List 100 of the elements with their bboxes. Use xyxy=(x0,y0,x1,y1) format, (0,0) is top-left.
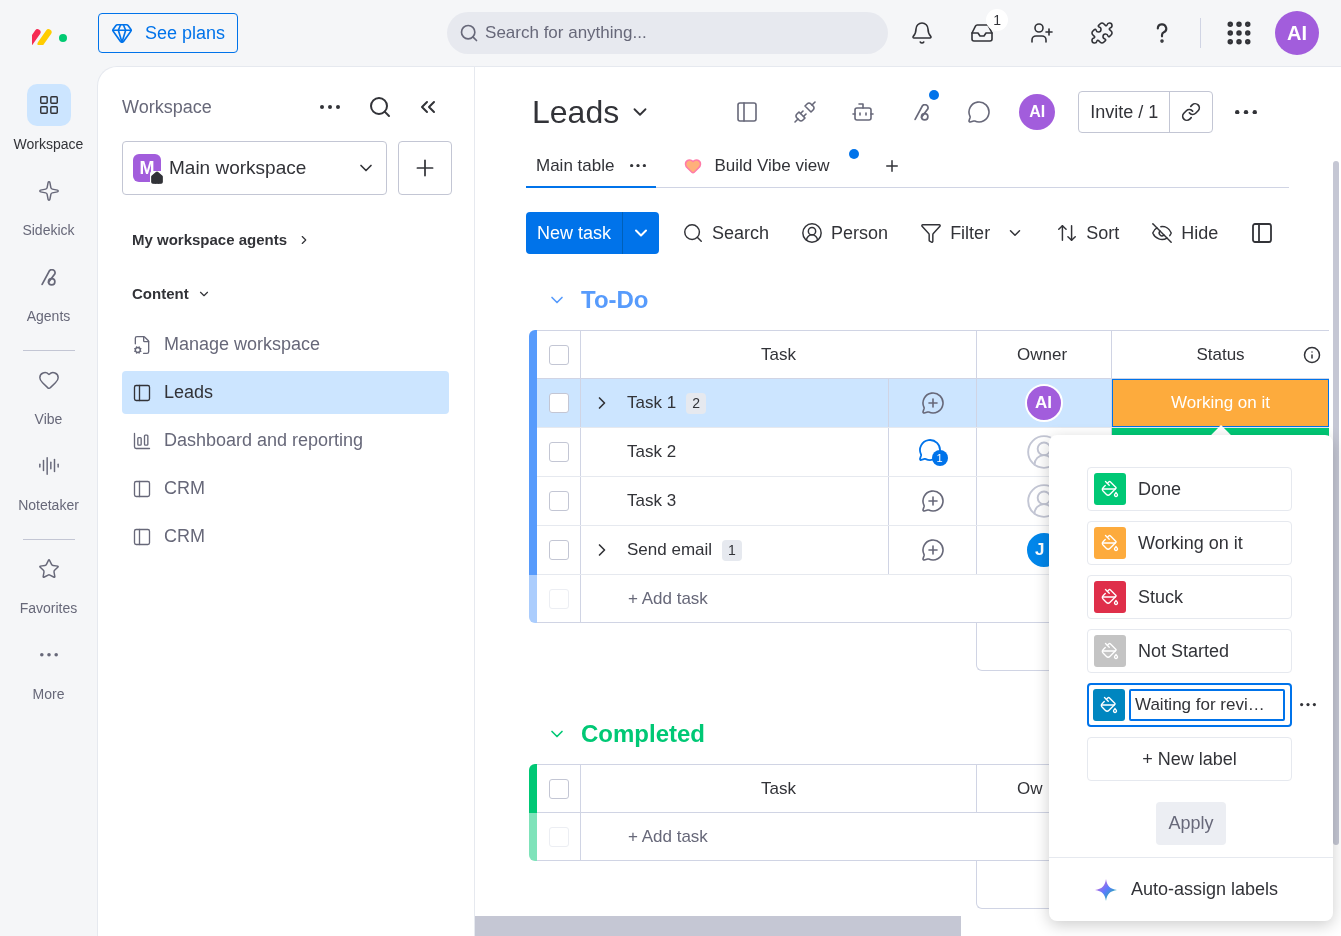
row-checkbox[interactable] xyxy=(548,540,569,560)
rail-item[interactable]: Notetaker xyxy=(0,445,97,531)
column-header: Status xyxy=(1196,343,1245,366)
toolbar-button[interactable]: Search xyxy=(682,219,770,247)
add-comment-icon[interactable] xyxy=(920,391,945,415)
rail-item[interactable]: Vibe xyxy=(0,359,97,445)
rail-item[interactable]: Agents xyxy=(0,256,97,342)
rail-item[interactable]: Workspace xyxy=(0,84,97,170)
add-person-icon[interactable] xyxy=(1030,21,1055,45)
panel-title: Workspace xyxy=(122,95,213,119)
chat-icon[interactable] xyxy=(967,100,992,124)
comment-count: 1 xyxy=(931,450,948,466)
hide-icon xyxy=(1151,222,1174,244)
loops-icon xyxy=(41,268,56,286)
task-name: Send email xyxy=(627,539,713,562)
loops-icon[interactable] xyxy=(913,103,929,121)
nav-item[interactable]: Dashboard and reporting xyxy=(122,419,449,462)
toolbar-button[interactable]: Hide xyxy=(1151,219,1219,247)
subitem-count: 2 xyxy=(686,392,706,414)
add-button[interactable] xyxy=(398,141,452,195)
horizontal-scrollbar[interactable] xyxy=(475,916,961,936)
robot-icon[interactable] xyxy=(851,100,876,124)
toolbar-button[interactable]: Person xyxy=(801,219,889,247)
rail-item[interactable]: Favorites xyxy=(0,548,97,634)
user-avatar[interactable]: AI xyxy=(1275,11,1320,55)
star-icon xyxy=(37,558,60,580)
board-icon xyxy=(132,526,152,547)
more-icon[interactable] xyxy=(1235,109,1258,115)
chart-icon xyxy=(132,430,152,451)
bell-icon[interactable] xyxy=(910,21,935,45)
row-checkbox[interactable] xyxy=(548,442,569,462)
nav-item[interactable]: Manage workspace xyxy=(122,323,449,366)
view-tab[interactable]: Build Vibe view xyxy=(674,145,840,187)
task-name: Task 1 xyxy=(627,392,677,415)
vertical-scrollbar[interactable] xyxy=(1333,161,1339,845)
person-icon xyxy=(801,222,824,244)
nav-item[interactable]: CRM xyxy=(122,467,449,510)
table-row[interactable]: Task 1 2 AI Working on it xyxy=(537,379,1329,428)
puzzle-icon[interactable] xyxy=(1090,21,1115,45)
task-name: Task 3 xyxy=(627,490,677,513)
apply-button[interactable]: Apply xyxy=(1156,802,1226,845)
new-label-button[interactable]: + New label xyxy=(1087,737,1292,781)
sound-wave-icon xyxy=(37,455,60,477)
more-icon xyxy=(39,653,58,657)
column-header: Owner xyxy=(976,331,1111,378)
row-checkbox[interactable] xyxy=(548,344,569,365)
toolbar-button[interactable]: Filter xyxy=(920,219,1025,247)
status-label[interactable]: Stuck xyxy=(1087,575,1292,619)
nav-item[interactable]: CRM xyxy=(122,515,449,558)
view-tab[interactable]: Main table xyxy=(526,145,657,188)
nav-item[interactable]: Leads xyxy=(122,371,449,414)
board-avatar[interactable]: AI xyxy=(1019,94,1056,130)
grid-icon xyxy=(37,94,60,116)
add-task-input[interactable]: + Add task xyxy=(628,823,708,850)
add-comment-icon[interactable] xyxy=(920,538,945,562)
more-icon[interactable] xyxy=(1300,703,1316,707)
column-header: Task xyxy=(580,331,976,378)
more-icon xyxy=(630,163,647,168)
sort-icon xyxy=(1056,222,1079,244)
info-icon[interactable] xyxy=(1303,345,1321,364)
sidebar-icon[interactable] xyxy=(735,100,760,124)
auto-assign-button[interactable]: Auto-assign labels xyxy=(1131,876,1279,903)
diamond-icon xyxy=(111,22,133,44)
heart-icon xyxy=(37,369,60,391)
row-checkbox[interactable] xyxy=(548,778,569,799)
add-task-input[interactable]: + Add task xyxy=(628,585,708,612)
row-checkbox[interactable] xyxy=(548,491,569,511)
board-icon xyxy=(132,478,152,499)
search-icon[interactable] xyxy=(368,95,392,119)
add-row-color-bar xyxy=(529,575,537,623)
board-title[interactable]: Leads xyxy=(532,88,620,136)
paint-bucket-icon[interactable] xyxy=(1093,689,1125,721)
subitem-count: 1 xyxy=(722,539,742,561)
toolbar-button[interactable]: Sort xyxy=(1056,219,1120,247)
search-field[interactable]: Search for anything... xyxy=(447,12,889,54)
see-plans-button[interactable]: See plans xyxy=(98,13,239,53)
section-header[interactable]: Content xyxy=(132,282,211,305)
board-icon xyxy=(132,382,152,403)
row-checkbox[interactable] xyxy=(548,393,569,413)
label-editor[interactable]: Waiting for revi… xyxy=(1087,683,1292,727)
task-name: Task 2 xyxy=(627,441,677,464)
status-label[interactable]: Done xyxy=(1087,467,1292,511)
help-icon[interactable] xyxy=(1156,23,1169,43)
notification-badge: 1 xyxy=(986,9,1009,31)
status-label[interactable]: Working on it xyxy=(1087,521,1292,565)
add-comment-icon[interactable] xyxy=(920,489,945,513)
workspace-dropdown[interactable]: M Main workspace xyxy=(122,141,387,195)
panel-icon[interactable] xyxy=(1250,221,1275,245)
agents-link[interactable]: My workspace agents xyxy=(132,229,312,252)
search-icon xyxy=(459,23,480,43)
column-header: Task xyxy=(580,765,976,812)
owner-avatar[interactable]: AI xyxy=(1025,384,1063,422)
plug-icon[interactable] xyxy=(793,100,818,124)
label-input[interactable]: Waiting for revi… xyxy=(1129,689,1285,721)
rail-item[interactable]: More xyxy=(0,634,97,720)
status-label[interactable]: Not Started xyxy=(1087,629,1292,673)
more-icon[interactable] xyxy=(320,105,340,109)
workspace-icon: M xyxy=(133,154,161,182)
inbox-icon[interactable] xyxy=(970,21,995,45)
rail-item[interactable]: Sidekick xyxy=(0,170,97,256)
